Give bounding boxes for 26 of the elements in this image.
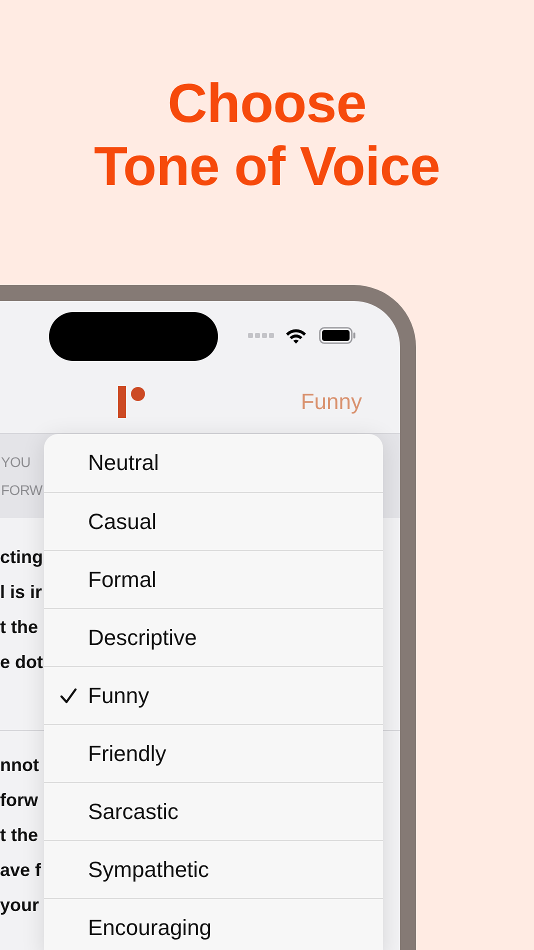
message-text: t the: [0, 616, 38, 639]
message-text: e dot: [0, 651, 43, 674]
message-text: t the: [0, 824, 38, 847]
message-text: your: [0, 894, 40, 917]
signal-icon: [248, 333, 274, 338]
tone-menu-item[interactable]: Sympathetic: [44, 840, 383, 898]
battery-icon: [319, 327, 356, 344]
section-header-text: FORW: [0, 481, 42, 500]
tone-menu-item[interactable]: Funny: [44, 666, 383, 724]
section-header-text: YOU: [0, 453, 30, 472]
tone-menu-item[interactable]: Casual: [44, 492, 383, 550]
tone-menu-item[interactable]: Friendly: [44, 724, 383, 782]
tone-menu-item[interactable]: Formal: [44, 550, 383, 608]
message-text: forw: [0, 789, 38, 812]
tone-menu-item[interactable]: Encouraging: [44, 898, 383, 950]
wifi-icon: [285, 328, 307, 344]
app-logo: [118, 386, 146, 418]
tone-menu-item[interactable]: Neutral: [44, 434, 383, 492]
message-text: l is ir: [0, 581, 42, 604]
tone-menu-item[interactable]: Descriptive: [44, 608, 383, 666]
tone-menu-item[interactable]: Sarcastic: [44, 782, 383, 840]
headline: Tone of Voice: [94, 135, 440, 197]
headline: Choose: [168, 72, 366, 134]
message-text: ave f: [0, 859, 42, 882]
message-text: nnot: [0, 754, 39, 777]
message-text: cting: [0, 546, 43, 569]
